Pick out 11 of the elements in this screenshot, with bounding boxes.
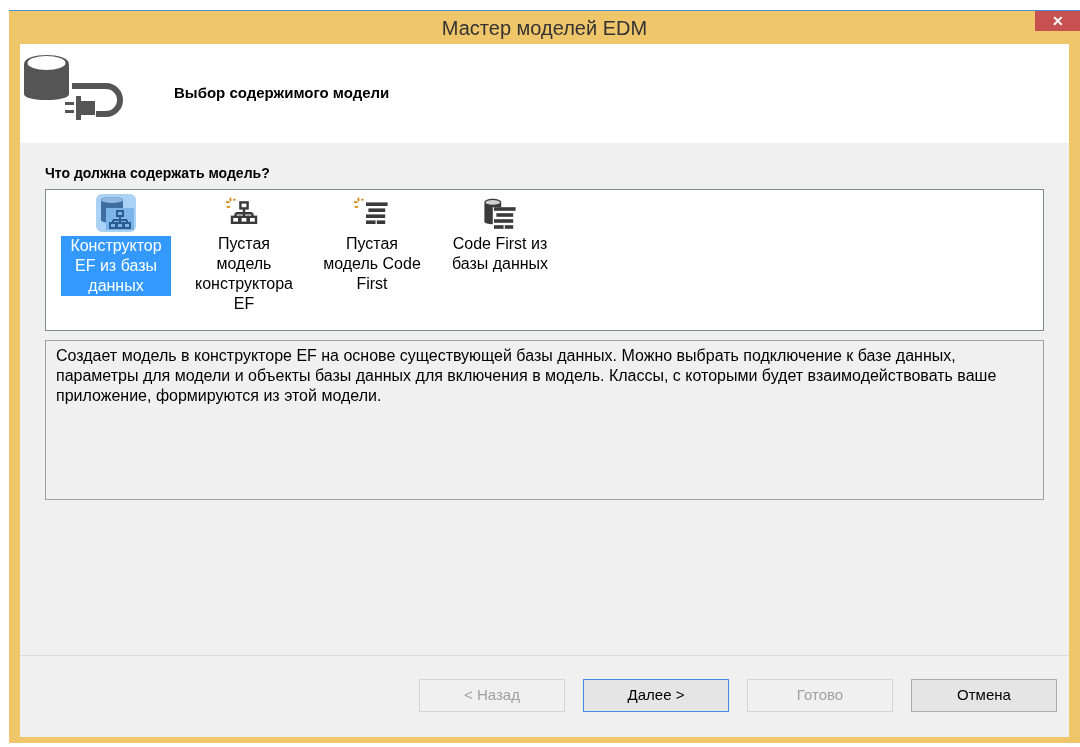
section-label: Что должна содержать модель? <box>45 164 271 183</box>
wizard-button[interactable]: Отмена <box>911 679 1057 712</box>
page-heading: Выбор содержимого модели <box>174 83 390 104</box>
option-item[interactable]: Пустая модель конструктора EF <box>189 234 299 314</box>
wizard-button[interactable]: Далее > <box>583 679 729 712</box>
option-item[interactable]: Пустая модель Code First <box>317 234 427 294</box>
description-box: Создает модель в конструкторе EF на основе существующей базы данных. Можно выбрать подключение к базе данных, параметры для модели и объекты базы данных для включения в модель. Классы, с которыми будет взаимодействовать ваше приложение, формируются из этой модели. <box>45 340 1044 500</box>
close-button[interactable]: ✕ <box>1035 11 1080 31</box>
window-title: Мастер моделей EDM <box>441 15 648 41</box>
option-item[interactable]: Code First из базы данных <box>445 234 555 274</box>
database-diagram-icon <box>96 194 136 232</box>
